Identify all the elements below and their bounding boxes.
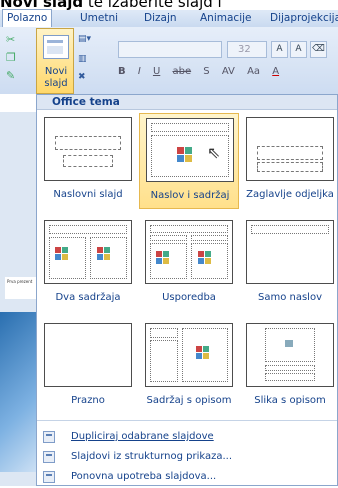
slides-panel: Prva prezent	[0, 112, 40, 486]
text-placeholder	[150, 340, 178, 382]
ribbon-tabs: Polazno Umetni Dizajn Animacije Dijaproj…	[0, 9, 338, 29]
layout-label: Naslov i sadržaj	[150, 190, 230, 201]
menu-item-label: Ponovna upotreba slajdova...	[71, 471, 217, 482]
content-icons	[196, 346, 222, 364]
tab-dijaprojekcija[interactable]: Dijaprojekcija	[270, 10, 338, 27]
delete-slide-icon[interactable]: ✖	[78, 72, 96, 85]
layout-slika-s-opisom[interactable]: Slika s opisom	[240, 319, 338, 415]
layout-preview: ⇖	[146, 118, 234, 182]
content-icons	[55, 247, 81, 265]
picture-icon	[285, 340, 293, 347]
underline-button[interactable]: U	[153, 66, 160, 77]
new-slide-label-2: slajd	[44, 78, 68, 89]
text-placeholder	[257, 162, 323, 172]
format-painter-icon[interactable]: ✎	[6, 69, 22, 83]
new-slide-icon	[43, 35, 69, 59]
title-placeholder	[251, 225, 329, 234]
layout-preview	[246, 117, 334, 181]
title-placeholder	[150, 225, 228, 233]
title-placeholder	[150, 328, 178, 338]
layout-dva-sadrzaja[interactable]: Dva sadržaja	[38, 216, 138, 312]
content-icons	[177, 147, 203, 165]
layout-preview	[145, 323, 233, 387]
layout-zaglavlje-odjeljka[interactable]: Zaglavlje odjeljka	[240, 113, 338, 209]
layout-preview	[44, 117, 132, 181]
reuse-slides-icon	[43, 471, 55, 483]
layout-naslovni-slajd[interactable]: Naslovni slajd	[38, 113, 138, 209]
menu-item-label: Dupliciraj odabrane slajdove	[71, 431, 214, 442]
cut-icon[interactable]: ✂	[6, 33, 22, 47]
content-icons	[97, 247, 123, 265]
tab-dizajn[interactable]: Dizajn	[144, 10, 177, 27]
layout-preview	[44, 220, 132, 284]
shrink-font-icon[interactable]: A	[290, 41, 307, 58]
tab-animacije[interactable]: Animacije	[200, 10, 252, 27]
layout-label: Samo naslov	[257, 292, 322, 303]
tab-umetni[interactable]: Umetni	[80, 10, 118, 27]
tab-polazno[interactable]: Polazno	[2, 9, 53, 29]
layout-sadrzaj-s-opisom[interactable]: Sadržaj s opisom	[139, 319, 239, 415]
italic-button[interactable]: I	[138, 66, 141, 77]
menu-reuse-slides[interactable]: Ponovna upotreba slajdova...	[37, 468, 337, 488]
layout-preview	[246, 220, 334, 284]
slide-background-art	[0, 312, 40, 472]
menu-slides-from-outline[interactable]: Slajdovi iz strukturnog prikaza...	[37, 448, 337, 468]
font-color-button[interactable]: A	[272, 66, 279, 77]
font-size-value: 32	[238, 44, 251, 55]
slide-thumbnail[interactable]: Prva prezent	[5, 277, 39, 299]
new-slide-label-1: Novi	[44, 66, 68, 77]
gallery-header: Office tema	[37, 95, 337, 110]
clipboard-group: ✂ ❐ ✎	[0, 27, 33, 94]
heading-placeholder-left	[150, 235, 187, 241]
format-row: B I U abe S AV Aa A	[118, 66, 288, 84]
title-placeholder	[151, 123, 229, 132]
copy-icon[interactable]: ❐	[6, 51, 22, 65]
title-placeholder	[49, 225, 127, 234]
thumb-text: Prva prezent	[7, 279, 33, 284]
menu-separator	[37, 420, 337, 421]
mouse-pointer-icon: ⇖	[207, 143, 221, 162]
bold-button[interactable]: B	[118, 66, 126, 77]
layout-label: Sadržaj s opisom	[146, 395, 232, 406]
duplicate-slide-icon	[43, 431, 55, 443]
layout-naslov-i-sadrzaj[interactable]: ⇖ Naslov i sadržaj	[139, 113, 239, 209]
menu-duplicate-slides[interactable]: Dupliciraj odabrane slajdove	[37, 428, 337, 448]
layout-usporedba[interactable]: Usporedba	[139, 216, 239, 312]
layout-label: Naslovni slajd	[53, 189, 123, 200]
menu-item-label: Slajdovi iz strukturnog prikaza...	[71, 451, 233, 462]
subtitle-placeholder	[63, 155, 113, 167]
layout-prazno[interactable]: Prazno	[38, 319, 138, 415]
layout-preview	[246, 323, 334, 387]
change-case-button[interactable]: Aa	[247, 66, 260, 77]
spacing-button[interactable]: AV	[222, 66, 235, 77]
layout-label: Usporedba	[162, 292, 216, 303]
layout-gallery: Office tema Naslovni slajd ⇖ Naslov i sa…	[36, 94, 338, 486]
clear-format-icon[interactable]: ⌫	[310, 41, 327, 58]
new-slide-button[interactable]: Novi slajd	[36, 28, 74, 94]
title-placeholder	[265, 365, 315, 371]
reset-icon[interactable]: ▥	[78, 54, 96, 67]
content-icons	[156, 251, 182, 269]
title-placeholder	[257, 146, 323, 160]
layout-icon[interactable]: ▤▾	[78, 34, 96, 47]
layout-samo-naslov[interactable]: Samo naslov	[240, 216, 338, 312]
layout-label: Prazno	[71, 395, 105, 406]
text-placeholder	[265, 373, 315, 381]
layout-label: Zaglavlje odjeljka	[246, 189, 334, 200]
font-size-field[interactable]: 32	[227, 41, 267, 58]
content-icons	[198, 251, 224, 269]
grow-font-icon[interactable]: A	[271, 41, 288, 58]
title-placeholder	[55, 136, 121, 150]
heading-placeholder-right	[191, 235, 228, 241]
outline-icon	[43, 451, 55, 463]
layout-preview	[44, 323, 132, 387]
layout-label: Slika s opisom	[254, 395, 326, 406]
layout-label: Dva sadržaja	[55, 292, 121, 303]
strikethrough-button[interactable]: abe	[172, 66, 191, 77]
layout-preview	[145, 220, 233, 284]
font-name-field[interactable]	[118, 41, 222, 58]
caption-rest: te izaberite slajd i	[83, 0, 222, 10]
shadow-button[interactable]: S	[203, 66, 209, 77]
